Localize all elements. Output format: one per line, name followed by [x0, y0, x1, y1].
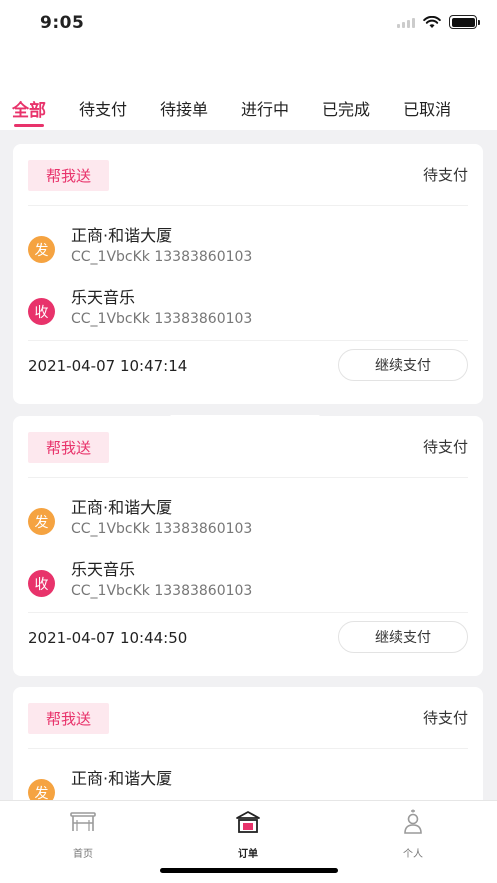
order-status: 待支付 [422, 166, 468, 184]
wifi-icon [423, 15, 441, 28]
nav-home[interactable]: 首页 [48, 809, 118, 860]
sender-address: 发 正商·和谐大厦 CC_1VbcKk 13383860103 [28, 478, 468, 540]
order-card-header: 帮我送 待支付 [28, 687, 468, 749]
nav-orders[interactable]: 订单 [213, 809, 283, 860]
order-card-footer: 2021-04-07 10:47:14 继续支付 [28, 340, 468, 397]
tab-in-progress[interactable]: 进行中 [241, 88, 289, 130]
sender-badge: 发 [28, 236, 55, 263]
home-indicator [160, 868, 338, 873]
status-bar: 9:05 [0, 0, 497, 48]
nav-home-label: 首页 [73, 849, 93, 860]
order-card-header: 帮我送 待支付 [28, 144, 468, 206]
order-card-header: 帮我送 待支付 [28, 416, 468, 478]
order-type-tag: 帮我送 [28, 160, 110, 191]
status-icons [397, 15, 480, 29]
receiver-badge: 收 [28, 298, 55, 325]
order-card[interactable]: 帮我送 待支付 发 正商·和谐大厦 CC_1VbcKk 13383860103 … [13, 416, 483, 676]
receiver-contact: CC_1VbcKk 13383860103 [71, 583, 253, 599]
sender-badge: 发 [28, 779, 55, 800]
order-icon [236, 811, 260, 833]
status-time: 9:05 [40, 13, 85, 33]
person-icon [404, 809, 422, 834]
home-icon [70, 812, 96, 831]
tab-cancelled[interactable]: 已取消 [403, 88, 451, 130]
nav-profile-label: 个人 [403, 849, 423, 860]
receiver-contact: CC_1VbcKk 13383860103 [71, 311, 253, 327]
receiver-badge: 收 [28, 570, 55, 597]
sender-contact: CC_1VbcKk 13383860103 [71, 521, 253, 537]
continue-payment-button[interactable]: 继续支付 [338, 349, 468, 381]
tab-awaiting-acceptance[interactable]: 待接单 [160, 88, 208, 130]
nav-profile[interactable]: 个人 [378, 809, 448, 860]
order-type-tag: 帮我送 [28, 703, 110, 734]
sender-address: 发 正商·和谐大厦 [28, 749, 468, 800]
continue-payment-button[interactable]: 继续支付 [338, 621, 468, 653]
receiver-name: 乐天音乐 [71, 560, 136, 579]
tab-pending-payment[interactable]: 待支付 [79, 88, 127, 130]
nav-orders-label: 订单 [238, 849, 258, 860]
order-date: 2021-04-07 10:47:14 [28, 357, 188, 375]
sender-address: 发 正商·和谐大厦 CC_1VbcKk 13383860103 [28, 206, 468, 268]
order-list: 帮我送 待支付 发 正商·和谐大厦 CC_1VbcKk 13383860103 … [0, 130, 497, 800]
order-filter-tabs: 全部 待支付 待接单 进行中 已完成 已取消 [0, 88, 497, 130]
order-card[interactable]: 帮我送 待支付 发 正商·和谐大厦 [13, 687, 483, 800]
tab-completed[interactable]: 已完成 [322, 88, 370, 130]
sender-name: 正商·和谐大厦 [71, 498, 173, 517]
receiver-address: 收 乐天音乐 CC_1VbcKk 13383860103 [28, 268, 468, 330]
nav-header [0, 48, 497, 88]
sender-contact: CC_1VbcKk 13383860103 [71, 249, 253, 265]
order-card-footer: 2021-04-07 10:44:50 继续支付 [28, 612, 468, 669]
order-card[interactable]: 帮我送 待支付 发 正商·和谐大厦 CC_1VbcKk 13383860103 … [13, 144, 483, 404]
receiver-address: 收 乐天音乐 CC_1VbcKk 13383860103 [28, 540, 468, 602]
receiver-name: 乐天音乐 [71, 288, 136, 307]
tab-all[interactable]: 全部 [12, 88, 46, 130]
cellular-signal-icon [397, 17, 415, 28]
sender-badge: 发 [28, 508, 55, 535]
order-type-tag: 帮我送 [28, 432, 110, 463]
sender-name: 正商·和谐大厦 [71, 769, 173, 788]
order-status: 待支付 [422, 438, 468, 456]
sender-name: 正商·和谐大厦 [71, 226, 173, 245]
order-status: 待支付 [422, 709, 468, 727]
battery-icon [449, 15, 480, 29]
order-date: 2021-04-07 10:44:50 [28, 629, 188, 647]
